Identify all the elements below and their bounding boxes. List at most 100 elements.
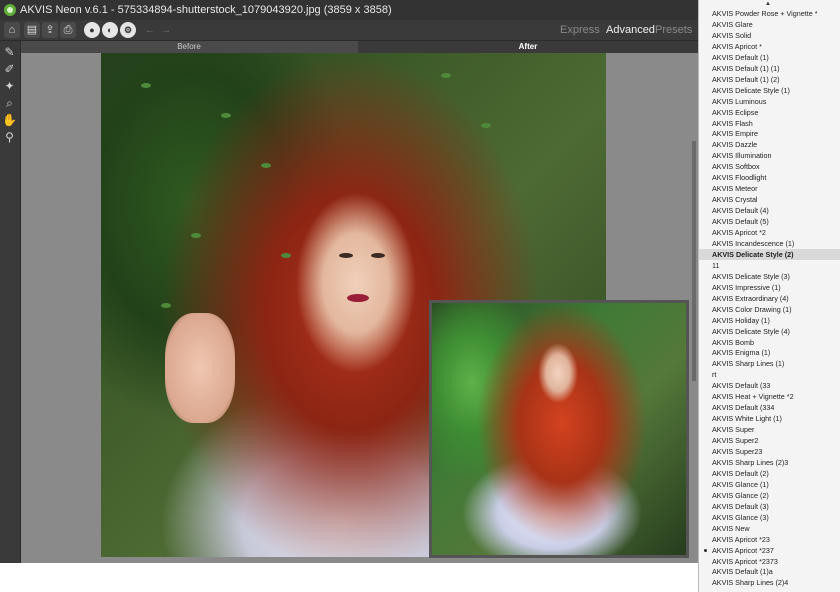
preset-label: AKVIS Crystal <box>712 195 758 205</box>
preset-item[interactable]: AKVIS Super <box>699 424 840 435</box>
preset-item[interactable]: AKVIS Super2 <box>699 435 840 446</box>
print-button[interactable]: ⎙ <box>60 22 76 38</box>
preset-item[interactable]: AKVIS Luminous <box>699 96 840 107</box>
preset-label: AKVIS White Light (1) <box>712 414 782 424</box>
preset-item[interactable]: AKVIS Sharp Lines (1) <box>699 358 840 369</box>
preset-item[interactable]: AKVIS Glance (2) <box>699 490 840 501</box>
preset-item[interactable]: AKVIS Default (1)a <box>699 566 840 577</box>
settings-button[interactable]: ⚙ <box>120 22 136 38</box>
preset-label: AKVIS Softbox <box>712 162 760 172</box>
open-button[interactable]: ⌂ <box>4 22 20 38</box>
undo-button[interactable]: ← <box>142 22 158 38</box>
preset-item[interactable]: AKVIS White Light (1) <box>699 413 840 424</box>
main-toolbar: ⌂ ▤ ⇪ ⎙ ● ◐ ⚙ ← → Express Advanced Prese… <box>0 20 698 41</box>
brush-tool[interactable]: ✎ <box>2 45 17 60</box>
preset-item[interactable]: AKVIS Solid <box>699 30 840 41</box>
preset-label: AKVIS Meteor <box>712 184 758 194</box>
preset-label: AKVIS Super2 <box>712 436 759 446</box>
save-button[interactable]: ▤ <box>24 22 40 38</box>
preset-item[interactable]: rt <box>699 369 840 380</box>
preset-label: AKVIS Apricot *237 <box>712 545 774 555</box>
preset-item[interactable]: AKVIS Enigma (1) <box>699 347 840 358</box>
preset-item[interactable]: AKVIS Bomb <box>699 337 840 348</box>
preset-item[interactable]: AKVIS Meteor <box>699 183 840 194</box>
preset-item[interactable]: AKVIS Floodlight <box>699 172 840 183</box>
scroll-up-icon[interactable]: ▲ <box>765 1 771 7</box>
preset-item[interactable]: AKVIS Delicate Style (1) <box>699 85 840 96</box>
preset-item[interactable]: AKVIS Illumination <box>699 150 840 161</box>
preset-item[interactable]: AKVIS Eclipse <box>699 107 840 118</box>
preset-label: AKVIS Bomb <box>712 337 754 347</box>
preset-item[interactable]: AKVIS Holiday (1) <box>699 315 840 326</box>
vertical-scrollbar[interactable] <box>692 141 696 381</box>
preset-item[interactable]: AKVIS Incandescence (1) <box>699 238 840 249</box>
tab-after[interactable]: After <box>358 41 698 53</box>
preset-item[interactable]: AKVIS Flash <box>699 118 840 129</box>
preset-label: AKVIS Apricot *2 <box>712 228 766 237</box>
preset-label: AKVIS Glance (3) <box>712 512 769 522</box>
redo-button[interactable]: → <box>158 22 174 38</box>
preset-label: AKVIS Default (5) <box>712 217 769 227</box>
preset-item[interactable]: AKVIS Default (1) (2) <box>699 74 840 85</box>
export-button[interactable]: ⇪ <box>42 22 58 38</box>
preset-item[interactable]: AKVIS Apricot *2 <box>699 227 840 238</box>
photo-leaf <box>261 163 271 168</box>
preset-item[interactable]: AKVIS Default (5) <box>699 216 840 227</box>
preset-item[interactable]: AKVIS Apricot * <box>699 41 840 52</box>
preset-item[interactable]: 11 <box>699 260 840 271</box>
run-icon: ● <box>89 25 95 35</box>
preset-item[interactable]: AKVIS Glance (1) <box>699 479 840 490</box>
image-viewport[interactable] <box>21 53 698 563</box>
preset-item[interactable]: AKVIS Glare <box>699 19 840 30</box>
photo-leaf <box>161 303 171 308</box>
preset-label: AKVIS Illumination <box>712 151 772 161</box>
preset-item[interactable]: AKVIS Default (3) <box>699 501 840 512</box>
preset-item[interactable]: AKVIS Softbox <box>699 161 840 172</box>
preset-item[interactable]: AKVIS Super23 <box>699 446 840 457</box>
preset-item[interactable]: AKVIS New <box>699 523 840 534</box>
preset-item[interactable]: AKVIS Apricot *2373 <box>699 556 840 567</box>
preset-item[interactable]: AKVIS Impressive (1) <box>699 282 840 293</box>
preset-item[interactable]: AKVIS Dazzle <box>699 139 840 150</box>
preset-item[interactable]: AKVIS Powder Rose + Vignette * <box>699 8 840 19</box>
preset-item[interactable]: AKVIS Apricot *237 <box>699 545 840 556</box>
eraser-tool[interactable]: ✐ <box>2 62 17 77</box>
preset-item[interactable]: AKVIS Delicate Style (4) <box>699 326 840 337</box>
preset-label: 11 <box>712 260 720 270</box>
preset-item[interactable]: AKVIS Color Drawing (1) <box>699 304 840 315</box>
preset-item[interactable]: AKVIS Default (1) <box>699 52 840 63</box>
preset-item[interactable]: AKVIS Sharp Lines (2)4 <box>699 577 840 588</box>
history-brush-tool[interactable]: ⌕ <box>2 96 17 111</box>
preset-item[interactable]: AKVIS Delicate Style (2) <box>699 248 840 260</box>
preview-content <box>432 303 686 555</box>
preset-item[interactable]: AKVIS Extraordinary (4) <box>699 293 840 304</box>
preset-label: AKVIS Sharp Lines (1) <box>712 359 785 369</box>
run-button[interactable]: ● <box>84 22 100 38</box>
hand-tool[interactable]: ✋ <box>2 113 17 128</box>
preset-item[interactable]: AKVIS Heat + Vignette *2 <box>699 391 840 402</box>
preset-item[interactable]: AKVIS Empire <box>699 128 840 139</box>
photo-eye-left <box>339 253 353 258</box>
mode-express[interactable]: Express <box>560 20 600 40</box>
preset-item[interactable]: AKVIS Apricot *23 <box>699 534 840 545</box>
preset-item[interactable]: AKVIS Default (2) <box>699 468 840 479</box>
mode-presets[interactable]: Presets <box>655 20 692 40</box>
batch-button[interactable]: ◐ <box>102 22 118 38</box>
preset-item[interactable]: AKVIS Crystal <box>699 194 840 205</box>
preset-item[interactable]: AKVIS Delicate Style (3) <box>699 271 840 282</box>
zoom-tool[interactable]: ⚲ <box>2 130 17 145</box>
tab-before[interactable]: Before <box>21 41 357 53</box>
preset-item[interactable]: AKVIS Default (334 <box>699 402 840 413</box>
eraser-tool-icon: ✐ <box>4 62 15 76</box>
preset-label: AKVIS Default (4) <box>712 206 769 216</box>
preset-item[interactable]: AKVIS Default (1) (1) <box>699 63 840 74</box>
mode-advanced[interactable]: Advanced <box>606 20 655 40</box>
photo-hand <box>165 313 235 423</box>
preset-item[interactable]: AKVIS Sharp Lines (2)3 <box>699 457 840 468</box>
presets-list[interactable]: ▲ AKVIS Powder Rose + Vignette * AKVIS Gl… <box>698 0 840 592</box>
dropper-tool[interactable]: ✦ <box>2 79 17 94</box>
preset-item[interactable]: AKVIS Default (33 <box>699 380 840 391</box>
preset-item[interactable]: AKVIS Glance (3) <box>699 512 840 523</box>
preset-item[interactable]: AKVIS Default (4) <box>699 205 840 216</box>
navigator-preview[interactable] <box>429 300 689 558</box>
